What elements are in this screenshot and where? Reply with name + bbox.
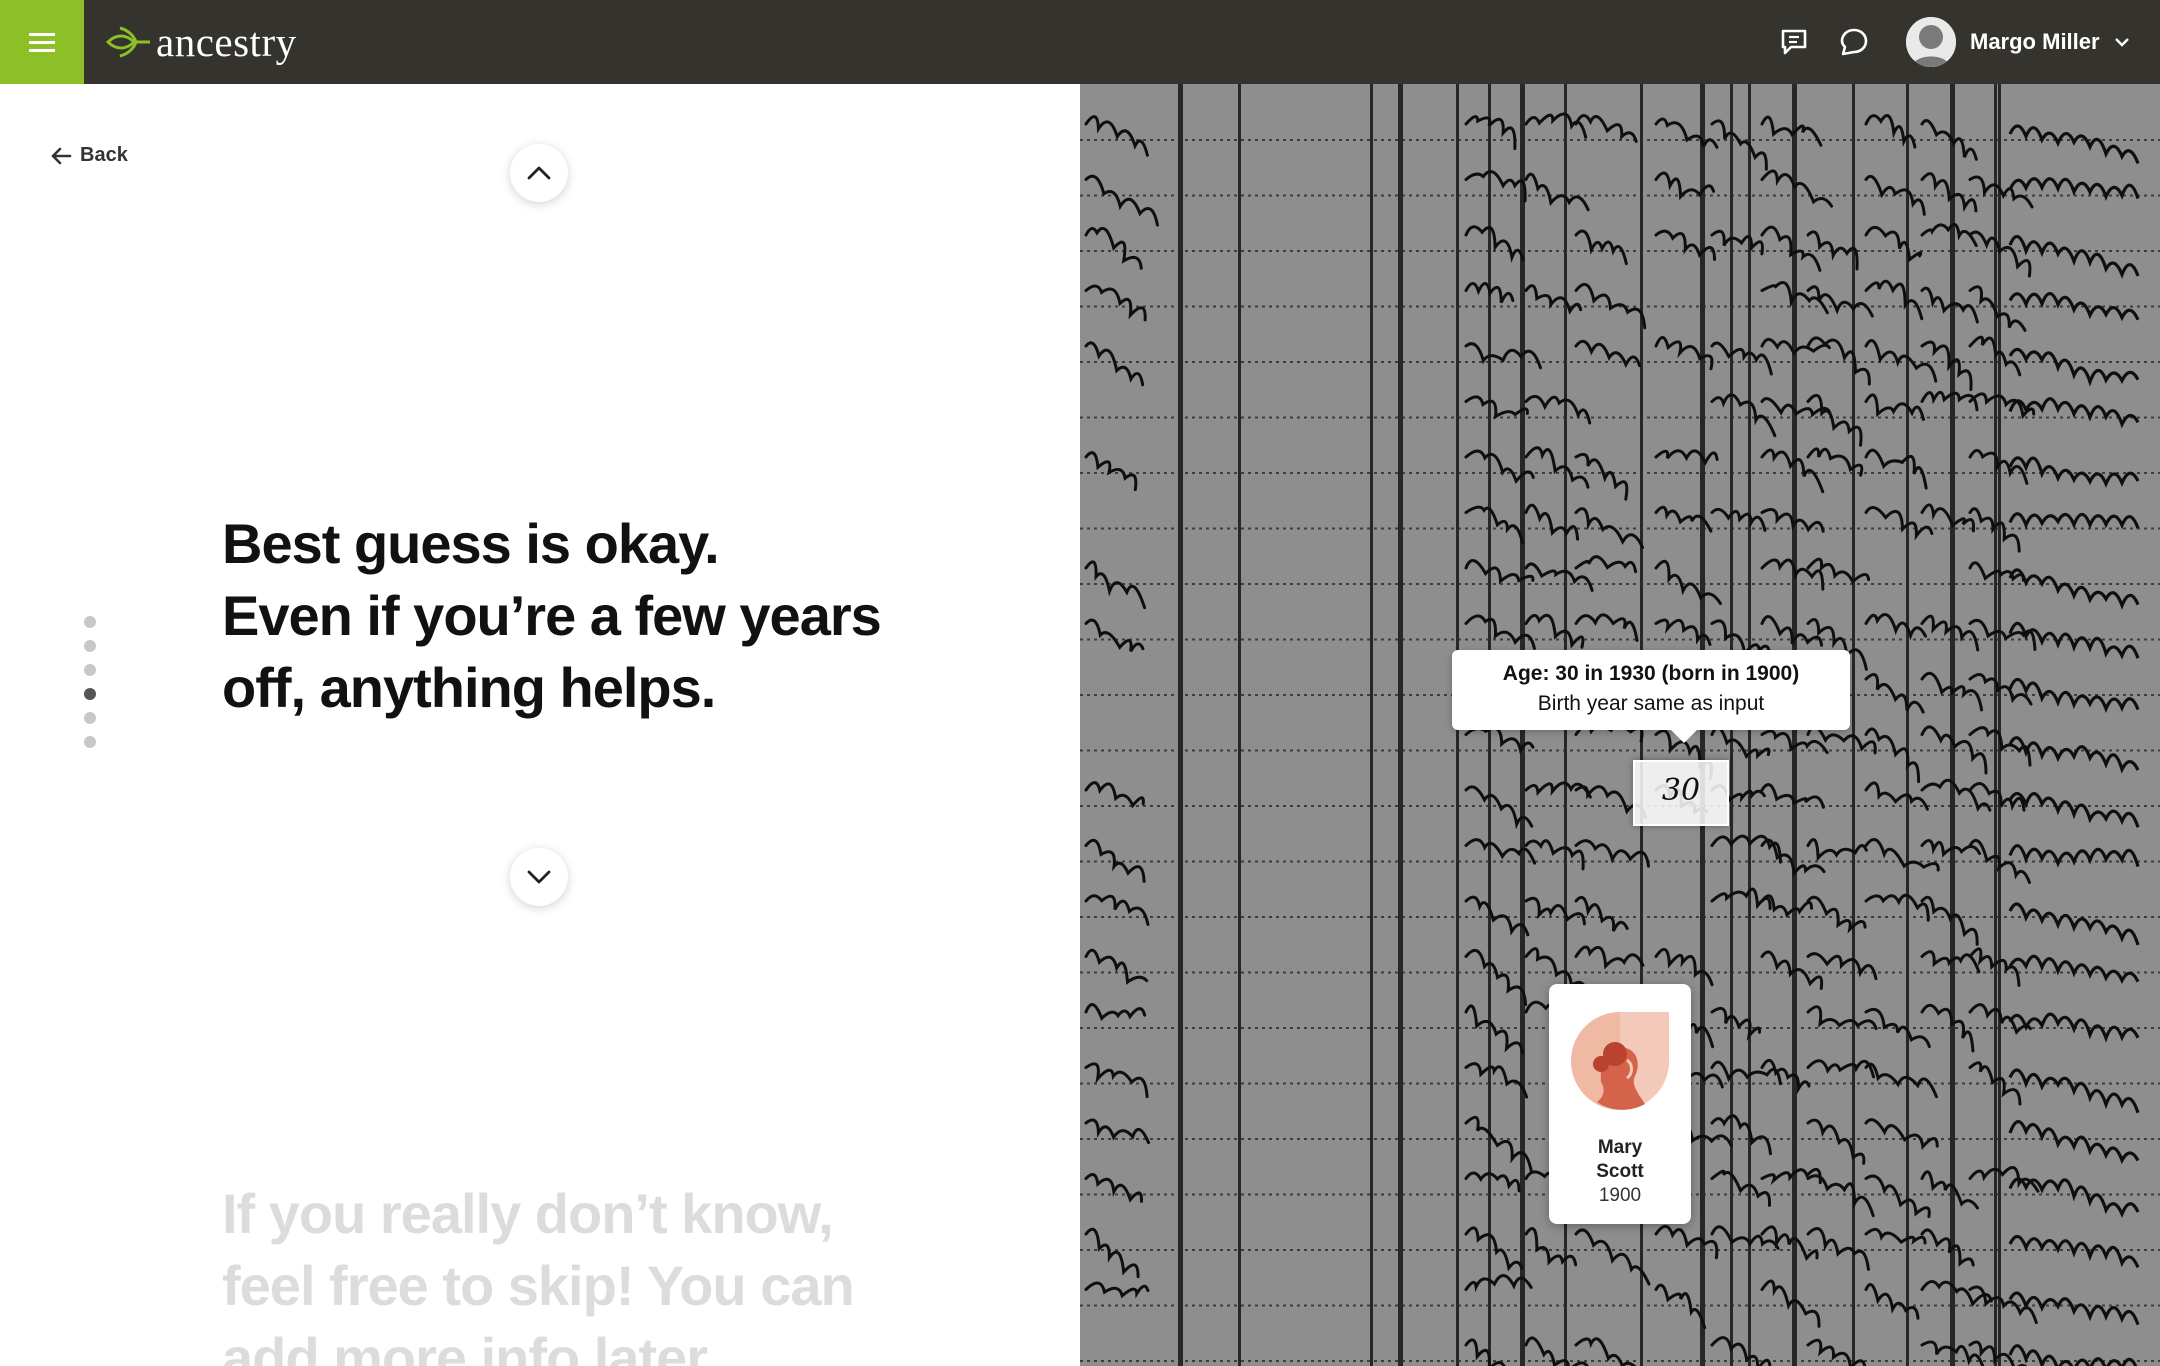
woman-silhouette-icon bbox=[1571, 1012, 1669, 1110]
tooltip-title: Age: 30 in 1930 (born in 1900) bbox=[1502, 662, 1800, 685]
highlighted-age-cell[interactable]: 30 bbox=[1633, 760, 1729, 826]
user-menu[interactable]: Margo Miller bbox=[1906, 16, 2130, 68]
tooltip-arrow bbox=[1670, 729, 1698, 743]
tooltip-subtitle: Birth year same as input bbox=[1537, 692, 1765, 715]
leaf-logo-icon bbox=[106, 26, 150, 58]
ancestry-logo[interactable]: ancestry bbox=[106, 16, 297, 68]
next-step-line: add more info later. bbox=[222, 1326, 720, 1366]
hamburger-icon bbox=[29, 33, 55, 52]
chat-bubble-icon bbox=[1840, 28, 1868, 56]
highlighted-value: 30 bbox=[1661, 773, 1701, 808]
left-scroll-area: If you really don’t know, feel free to s… bbox=[0, 84, 1080, 1366]
person-card[interactable]: Mary Scott 1900 bbox=[1549, 984, 1691, 1224]
logo-text: ancestry bbox=[156, 19, 297, 65]
age-tooltip: Age: 30 in 1930 (born in 1900) Birth yea… bbox=[1452, 650, 1850, 730]
chat-button[interactable] bbox=[1836, 24, 1872, 60]
person-birth-year: 1900 bbox=[1598, 1185, 1642, 1206]
person-last-name: Scott bbox=[1596, 1161, 1644, 1182]
user-name: Margo Miller bbox=[1970, 29, 2100, 54]
next-step-text: If you really don’t know, feel free to s… bbox=[222, 1178, 1080, 1366]
chevron-down-icon bbox=[2114, 38, 2129, 47]
message-icon bbox=[1781, 29, 1807, 55]
next-step-line: If you really don’t know, bbox=[222, 1182, 834, 1245]
messages-button[interactable] bbox=[1776, 24, 1812, 60]
person-photo bbox=[1571, 1012, 1669, 1110]
top-navigation-bar: ancestry Margo Miller bbox=[0, 0, 2160, 84]
person-first-name: Mary bbox=[1597, 1137, 1643, 1158]
menu-button[interactable] bbox=[0, 0, 84, 84]
user-silhouette-icon bbox=[1906, 17, 1956, 67]
next-step-line: feel free to skip! You can bbox=[222, 1254, 855, 1317]
avatar bbox=[1906, 17, 1956, 67]
